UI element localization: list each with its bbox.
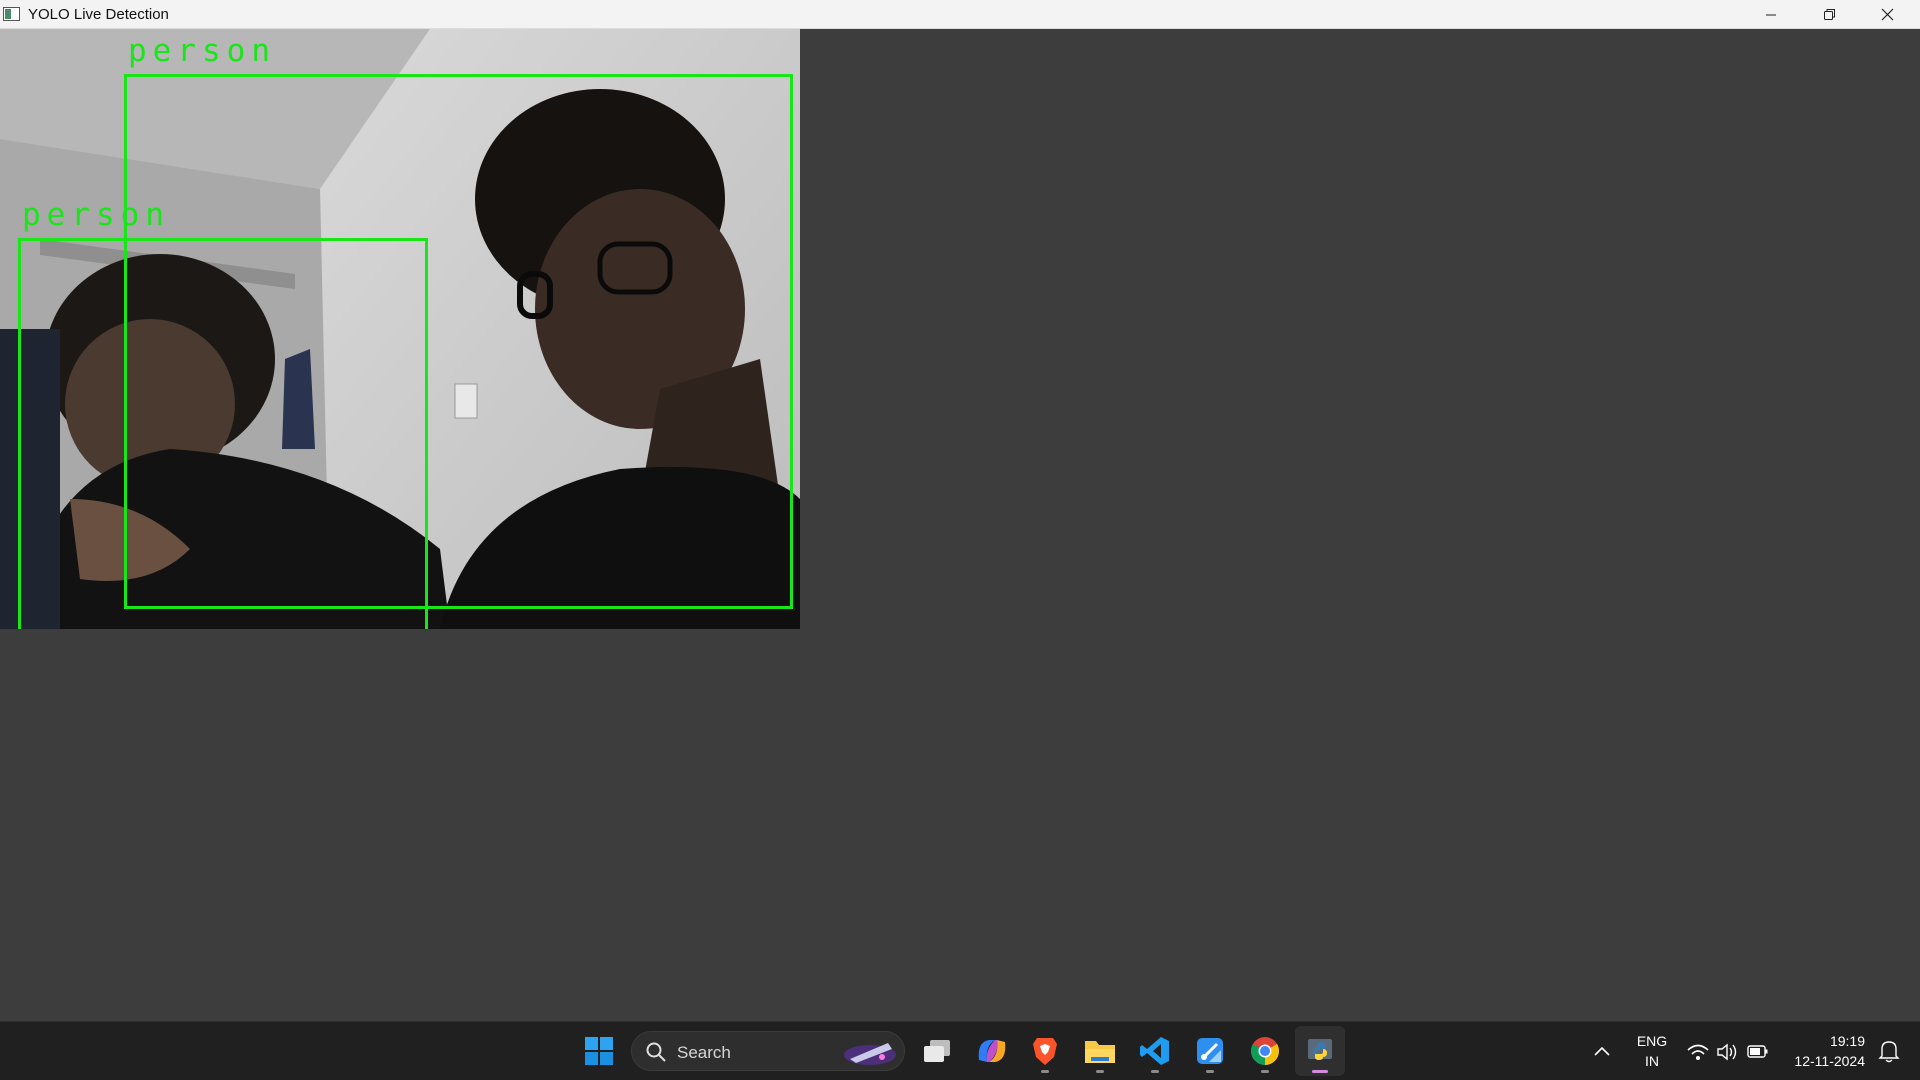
taskbar-app-chrome[interactable]	[1240, 1026, 1290, 1076]
restore-button[interactable]	[1800, 0, 1858, 29]
battery-icon	[1747, 1045, 1768, 1058]
task-view-icon	[924, 1040, 950, 1062]
search-icon	[646, 1042, 666, 1062]
taskbar-app-copilot[interactable]	[967, 1026, 1017, 1076]
quick-settings-button[interactable]	[1682, 1034, 1782, 1070]
search-highlight-icon	[844, 1043, 896, 1065]
volume-icon	[1717, 1043, 1737, 1061]
close-button[interactable]	[1858, 0, 1916, 29]
windows-logo-icon	[585, 1037, 613, 1065]
brave-browser-icon	[1033, 1038, 1057, 1065]
language-code: ENG	[1636, 1033, 1668, 1049]
detection-label-2: person	[22, 197, 170, 233]
detection-label-1: person	[128, 33, 276, 69]
clock-time: 19:19	[1829, 1033, 1865, 1049]
running-indicator	[1206, 1070, 1214, 1073]
restore-icon	[1823, 9, 1835, 20]
title-bar: YOLO Live Detection	[0, 0, 1920, 29]
detection-box-2	[18, 238, 428, 629]
chrome-icon	[1251, 1037, 1279, 1065]
running-indicator	[1096, 1070, 1104, 1073]
clock[interactable]: 19:19 12-11-2024	[1775, 1031, 1865, 1073]
running-indicator	[1041, 1070, 1049, 1073]
taskbar: Search ENG IN 19:19 12-11-2024	[0, 1021, 1920, 1080]
snipping-tool-icon	[1197, 1038, 1223, 1064]
camera-feed: person person	[0, 29, 800, 629]
clock-date: 12-11-2024	[1794, 1053, 1865, 1069]
running-indicator	[1312, 1070, 1328, 1073]
running-indicator	[1261, 1070, 1269, 1073]
minimize-icon	[1766, 14, 1776, 15]
bell-icon	[1878, 1041, 1900, 1063]
copilot-icon	[978, 1040, 1006, 1062]
show-hidden-icons-button[interactable]	[1577, 1026, 1627, 1076]
running-indicator	[1151, 1070, 1159, 1073]
taskbar-app-brave[interactable]	[1020, 1026, 1070, 1076]
taskbar-app-vscode[interactable]	[1130, 1026, 1180, 1076]
wifi-icon	[1687, 1044, 1709, 1060]
start-button[interactable]	[574, 1026, 624, 1076]
taskbar-app-snipping-tool[interactable]	[1185, 1026, 1235, 1076]
chevron-up-icon	[1594, 1046, 1610, 1056]
python-icon	[1308, 1039, 1332, 1060]
notification-button[interactable]	[1874, 1036, 1904, 1066]
taskbar-app-file-explorer[interactable]	[1075, 1026, 1125, 1076]
keyboard-region: IN	[1645, 1053, 1659, 1069]
close-icon	[1881, 8, 1893, 21]
taskbar-app-python[interactable]	[1295, 1026, 1345, 1076]
language-indicator[interactable]: ENG IN	[1622, 1031, 1682, 1073]
taskbar-search-box[interactable]: Search	[631, 1031, 905, 1071]
minimize-button[interactable]	[1742, 0, 1800, 29]
folder-icon	[1085, 1041, 1115, 1063]
task-view-button[interactable]	[912, 1026, 962, 1076]
window-title: YOLO Live Detection	[28, 6, 169, 23]
search-placeholder: Search	[677, 1043, 731, 1062]
app-window-icon	[3, 7, 20, 21]
vscode-icon	[1140, 1037, 1169, 1065]
